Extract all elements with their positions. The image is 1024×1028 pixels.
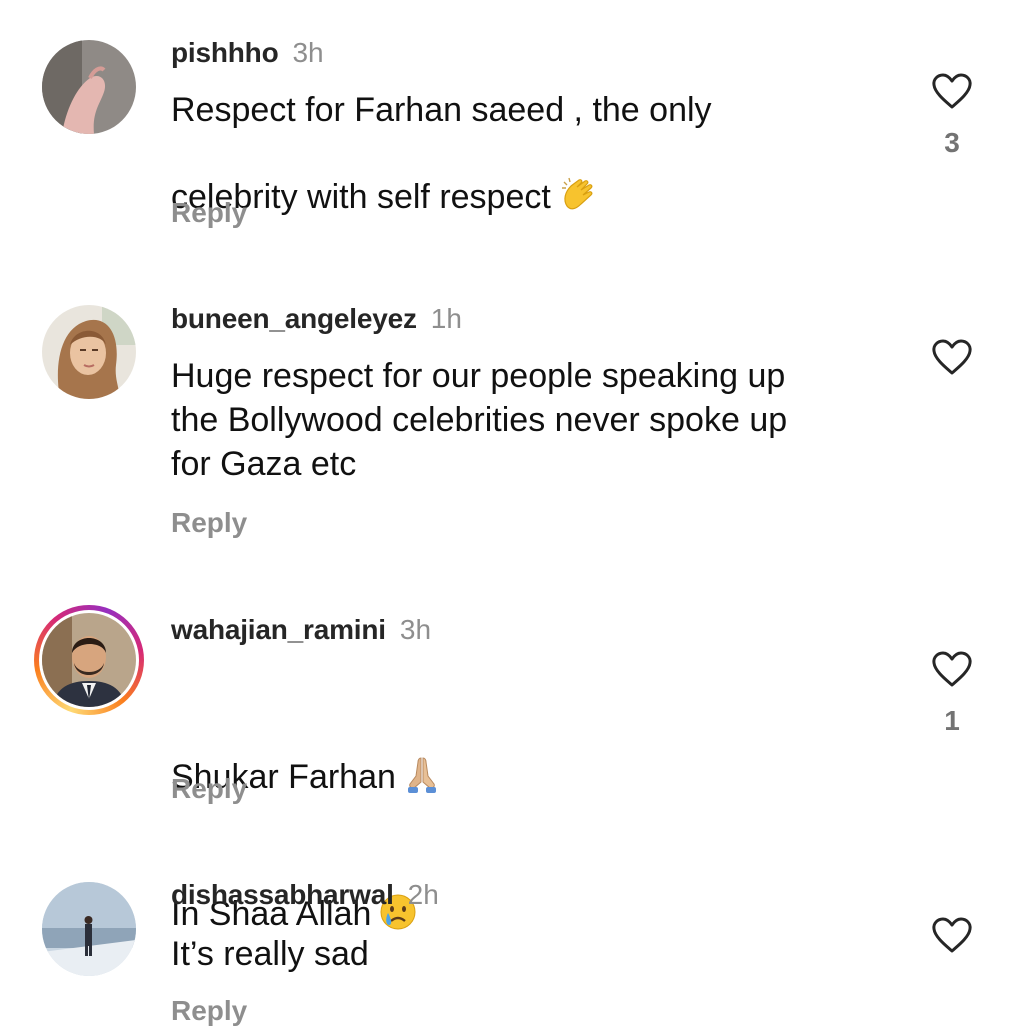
comment-text-line: Shukar Farhan <box>171 710 891 805</box>
avatar[interactable] <box>42 305 136 399</box>
comment-meta: wahajian_ramini 3h <box>171 613 431 647</box>
comment-meta: dishassabharwal 2h <box>171 878 439 912</box>
username-link[interactable]: pishhho <box>171 37 279 68</box>
reply-button[interactable]: Reply <box>171 506 247 540</box>
like-button[interactable]: 1 <box>926 650 978 738</box>
timestamp: 2h <box>407 879 439 910</box>
reply-button[interactable]: Reply <box>171 196 247 230</box>
like-button[interactable] <box>926 916 978 954</box>
story-ring[interactable] <box>34 605 144 715</box>
like-count: 3 <box>944 127 960 158</box>
comment-text: It’s really sad <box>171 935 369 973</box>
heart-outline-icon[interactable] <box>931 650 973 688</box>
like-button[interactable] <box>926 338 978 376</box>
avatar[interactable] <box>42 882 136 976</box>
avatar[interactable] <box>42 40 136 134</box>
username-link[interactable]: buneen_angeleyez <box>171 303 417 334</box>
timestamp: 1h <box>430 303 462 334</box>
heart-outline-icon[interactable] <box>931 72 973 110</box>
reply-button[interactable]: Reply <box>171 772 247 806</box>
folded-hands-emoji-icon <box>404 710 440 805</box>
comment-text: Huge respect for our people speaking up … <box>171 357 788 483</box>
comment-meta: buneen_angeleyez 1h <box>171 302 462 336</box>
username-link[interactable]: wahajian_ramini <box>171 614 386 645</box>
username-link[interactable]: dishassabharwal <box>171 879 394 910</box>
like-button[interactable]: 3 <box>926 72 978 160</box>
avatar[interactable] <box>42 613 136 707</box>
clapping-hands-emoji-icon <box>559 132 597 225</box>
comment-text: Respect for Farhan saeed , the only cele… <box>171 88 891 225</box>
reply-button[interactable]: Reply <box>171 994 247 1028</box>
heart-outline-icon[interactable] <box>931 916 973 954</box>
comment-meta: pishhho 3h <box>171 36 324 70</box>
timestamp: 3h <box>399 614 432 645</box>
comment-text-body: Respect for Farhan saeed , the only cele… <box>171 91 712 216</box>
like-count: 1 <box>944 705 960 736</box>
timestamp: 3h <box>292 37 324 68</box>
heart-outline-icon[interactable] <box>931 338 973 376</box>
